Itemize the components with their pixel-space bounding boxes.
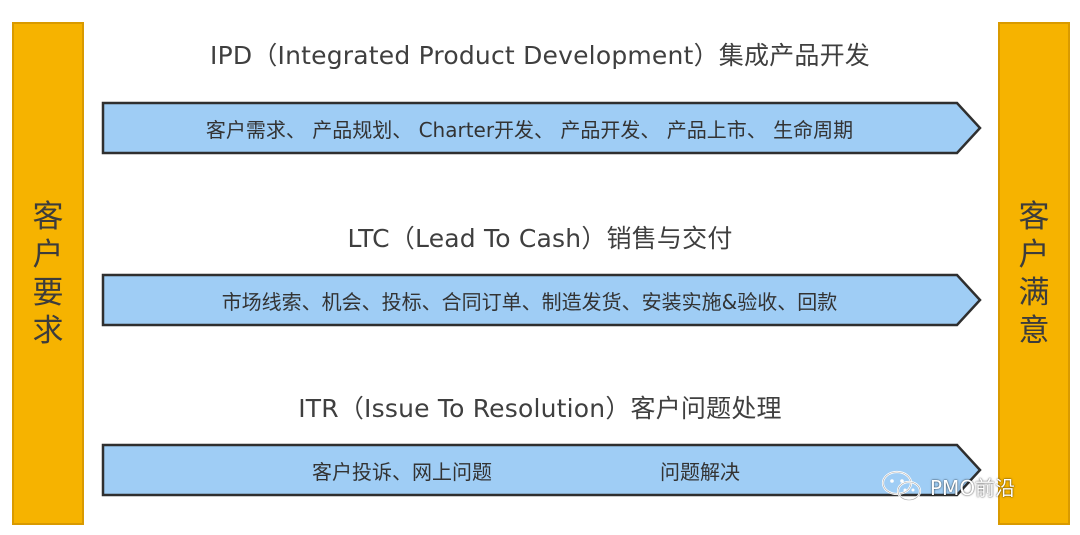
ltc-process-steps: 市场线索、机会、投标、合同订单、制造发货、安装实施&验收、回款 bbox=[221, 289, 838, 314]
watermark: PMO前沿 bbox=[880, 468, 1015, 504]
ipd-process-arrow: 客户需求、 产品规划、 Charter开发、 产品开发、 产品上市、 生命周期 bbox=[101, 101, 982, 155]
itr-process-steps: 客户投诉、网上问题 问题解决 bbox=[102, 444, 957, 496]
ipd-process-title: IPD（Integrated Product Development）集成产品开… bbox=[210, 41, 870, 70]
right-pillar-customer-satisfaction: 客户满意 bbox=[998, 22, 1070, 525]
right-pillar-label: 客户满意 bbox=[1018, 198, 1050, 349]
left-pillar-customer-requirements: 客户要求 bbox=[12, 22, 84, 525]
left-pillar-label: 客户要求 bbox=[32, 198, 64, 349]
itr-process-title: ITR（Issue To Resolution）客户问题处理 bbox=[298, 394, 782, 423]
itr-process-arrow: 客户投诉、网上问题 问题解决 bbox=[101, 443, 982, 497]
ltc-process-arrow: 市场线索、机会、投标、合同订单、制造发货、安装实施&验收、回款 bbox=[101, 273, 982, 327]
wechat-icon bbox=[881, 470, 922, 502]
ipd-process-steps: 客户需求、 产品规划、 Charter开发、 产品开发、 产品上市、 生命周期 bbox=[205, 117, 854, 142]
watermark-text: PMO前沿 bbox=[930, 475, 1016, 500]
ltc-process-title: LTC（Lead To Cash）销售与交付 bbox=[347, 224, 733, 253]
itr-steps-resolution: 问题解决 bbox=[660, 459, 740, 484]
itr-steps-issue: 客户投诉、网上问题 bbox=[312, 459, 492, 484]
